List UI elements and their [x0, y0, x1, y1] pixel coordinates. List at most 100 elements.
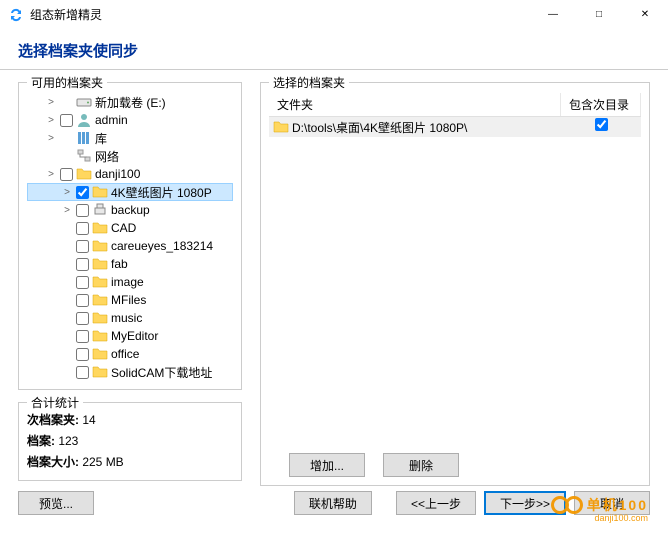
folder-icon	[273, 119, 289, 135]
tree-label: office	[111, 347, 139, 361]
tree-row[interactable]: > danji100	[27, 165, 233, 183]
tree-row[interactable]: >music	[27, 309, 233, 327]
tree-label: CAD	[111, 221, 136, 235]
tree-row[interactable]: >careueyes_183214	[27, 237, 233, 255]
tree-label: image	[111, 275, 144, 289]
minimize-button[interactable]: —	[530, 0, 576, 30]
prev-button[interactable]: <<上一步	[396, 491, 476, 515]
sync-icon	[8, 7, 24, 23]
col-folder[interactable]: 文件夹	[269, 93, 561, 116]
folder-icon	[92, 184, 108, 200]
tree-expander[interactable]: >	[45, 169, 57, 180]
tree-row[interactable]: >office	[27, 345, 233, 363]
selected-list[interactable]: 文件夹 包含次目录 D:\tools\桌面\4K壁纸图片 1080P\	[269, 93, 641, 443]
remove-button[interactable]: 删除	[383, 453, 459, 477]
tree-expander[interactable]: >	[45, 97, 57, 108]
user-icon	[76, 112, 92, 128]
drive-icon	[76, 94, 92, 110]
tree-row[interactable]: >image	[27, 273, 233, 291]
tree-label: fab	[111, 257, 128, 271]
tree-label: careueyes_183214	[111, 239, 213, 253]
tree-row[interactable]: > backup	[27, 201, 233, 219]
next-button[interactable]: 下一步>>	[484, 491, 566, 515]
tree-row[interactable]: >库	[27, 129, 233, 147]
net-icon	[76, 148, 92, 164]
stat-value: 123	[55, 434, 78, 448]
tree-row[interactable]: >新加载卷 (E:)	[27, 93, 233, 111]
tree-row[interactable]: >网络	[27, 147, 233, 165]
list-row[interactable]: D:\tools\桌面\4K壁纸图片 1080P\	[269, 117, 641, 137]
stats-legend: 合计统计	[27, 394, 83, 411]
maximize-button[interactable]: □	[576, 0, 622, 30]
tree-label: backup	[111, 203, 150, 217]
stat-line: 档案: 123	[27, 432, 233, 449]
tree-checkbox[interactable]	[60, 114, 73, 127]
tree-checkbox[interactable]	[76, 330, 89, 343]
window-title: 组态新增精灵	[30, 6, 530, 23]
tree-row[interactable]: > admin	[27, 111, 233, 129]
stat-value: 14	[79, 413, 96, 427]
list-header: 文件夹 包含次目录	[269, 93, 641, 117]
tree-checkbox[interactable]	[76, 276, 89, 289]
tree-label: MyEditor	[111, 329, 158, 343]
tree-checkbox[interactable]	[76, 186, 89, 199]
include-checkbox[interactable]	[595, 118, 608, 131]
available-folders-legend: 可用的档案夹	[27, 74, 107, 91]
tree-row[interactable]: >fab	[27, 255, 233, 273]
tree-label: 库	[95, 130, 107, 147]
titlebar: 组态新增精灵 — □ ✕	[0, 0, 668, 30]
stat-label: 档案大小:	[27, 453, 79, 470]
lib-icon	[76, 130, 92, 146]
folder-icon	[92, 310, 108, 326]
tree-expander[interactable]: >	[61, 205, 73, 216]
tree-row[interactable]: >MyEditor	[27, 327, 233, 345]
stat-line: 档案大小: 225 MB	[27, 453, 233, 470]
tree-label: music	[111, 311, 142, 325]
selected-folders-legend: 选择的档案夹	[269, 74, 349, 91]
stats-group: 合计统计 次档案夹: 14档案: 123档案大小: 225 MB	[18, 402, 242, 481]
folder-icon	[92, 292, 108, 308]
tree-row[interactable]: >4K壁纸图片 1080P	[27, 183, 233, 201]
tree-checkbox[interactable]	[76, 204, 89, 217]
tree-expander[interactable]: >	[61, 187, 73, 198]
folder-icon	[92, 364, 108, 380]
tree-checkbox[interactable]	[76, 258, 89, 271]
tree-label: 4K壁纸图片 1080P	[111, 184, 212, 201]
folder-icon	[92, 274, 108, 290]
tree-checkbox[interactable]	[76, 348, 89, 361]
stats-body: 次档案夹: 14 档案: 123 档案大小: 225 MB	[27, 411, 233, 470]
tree-checkbox[interactable]	[76, 222, 89, 235]
folder-tree[interactable]: >新加载卷 (E:)>admin>库>网络>danji100>4K壁纸图片 10…	[27, 93, 233, 381]
tree-label: admin	[95, 113, 128, 127]
selected-folders-group: 选择的档案夹 文件夹 包含次目录 D:\tools\桌面\4K壁纸图片 1080…	[260, 82, 650, 486]
tree-checkbox[interactable]	[60, 168, 73, 181]
folder-icon	[92, 238, 108, 254]
close-button[interactable]: ✕	[622, 0, 668, 30]
folder-icon	[92, 346, 108, 362]
tree-label: SolidCAM下载地址	[111, 364, 212, 381]
available-folders-group: 可用的档案夹 >新加载卷 (E:)>admin>库>网络>danji100>4K…	[18, 82, 242, 390]
stat-label: 次档案夹:	[27, 411, 79, 428]
stat-label: 档案:	[27, 432, 55, 449]
tree-checkbox[interactable]	[76, 366, 89, 379]
add-button[interactable]: 增加...	[289, 453, 365, 477]
tree-checkbox[interactable]	[76, 312, 89, 325]
tree-label: danji100	[95, 167, 140, 181]
tree-expander[interactable]: >	[45, 133, 57, 144]
cancel-button[interactable]: 取消	[574, 491, 650, 515]
footer: 预览... 联机帮助 <<上一步 下一步>> 取消	[18, 491, 650, 515]
tree-row[interactable]: >MFiles	[27, 291, 233, 309]
tree-checkbox[interactable]	[76, 294, 89, 307]
tree-row[interactable]: >SolidCAM下载地址	[27, 363, 233, 381]
tree-expander[interactable]: >	[45, 115, 57, 126]
list-path: D:\tools\桌面\4K壁纸图片 1080P\	[292, 119, 467, 136]
tree-row[interactable]: >CAD	[27, 219, 233, 237]
preview-button[interactable]: 预览...	[18, 491, 94, 515]
tree-checkbox[interactable]	[76, 240, 89, 253]
col-include[interactable]: 包含次目录	[561, 93, 641, 116]
help-button[interactable]: 联机帮助	[294, 491, 372, 515]
stat-line: 次档案夹: 14	[27, 411, 233, 428]
tree-label: MFiles	[111, 293, 146, 307]
header: 选择档案夹使同步	[0, 30, 668, 69]
page-title: 选择档案夹使同步	[18, 40, 650, 61]
